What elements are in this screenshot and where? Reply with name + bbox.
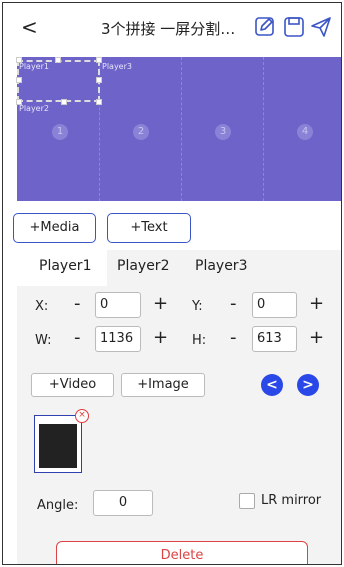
lr-mirror-label: LR mirror: [261, 493, 322, 508]
resize-handle[interactable]: [96, 99, 102, 105]
h-decrement-button[interactable]: -: [230, 329, 237, 347]
canvas-player-label: Player2: [19, 104, 49, 113]
screen-canvas[interactable]: 1 2 3 4 Player1 Player2 Player3: [16, 57, 341, 201]
tab-player3[interactable]: Player3: [195, 258, 247, 274]
canvas-player-label: Player1: [19, 62, 49, 71]
x-decrement-button[interactable]: -: [74, 295, 81, 313]
angle-label: Angle:: [37, 498, 79, 513]
lr-mirror-checkbox[interactable]: [239, 493, 255, 509]
cell-number: 2: [133, 124, 149, 140]
add-media-button[interactable]: +Media: [13, 213, 96, 243]
media-thumbnail[interactable]: ×: [34, 409, 89, 473]
cell-number: 4: [297, 124, 313, 140]
add-image-button[interactable]: +Image: [121, 373, 205, 397]
page-title: 3个拼接 一屏分割…: [101, 20, 236, 38]
header-bar: < 3个拼接 一屏分割…: [3, 3, 341, 55]
back-button[interactable]: <: [21, 15, 38, 39]
y-label: Y:: [192, 299, 203, 314]
cell-number: 3: [215, 124, 231, 140]
angle-input[interactable]: 0: [93, 490, 153, 516]
add-video-button[interactable]: +Video: [31, 373, 114, 397]
prev-button[interactable]: <: [261, 374, 283, 396]
edit-icon[interactable]: [253, 15, 277, 39]
resize-handle[interactable]: [16, 77, 22, 83]
w-decrement-button[interactable]: -: [74, 329, 81, 347]
app-frame: < 3个拼接 一屏分割… 1 2 3 4 Player1 Player2 Pla…: [2, 2, 342, 565]
save-icon[interactable]: [282, 15, 306, 39]
h-label: H:: [192, 333, 207, 348]
add-text-button[interactable]: +Text: [107, 213, 191, 243]
remove-media-icon[interactable]: ×: [75, 409, 89, 423]
w-label: W:: [35, 333, 52, 348]
h-input[interactable]: 613: [252, 326, 297, 352]
resize-handle[interactable]: [96, 77, 102, 83]
y-increment-button[interactable]: +: [309, 295, 324, 313]
y-decrement-button[interactable]: -: [230, 295, 237, 313]
x-increment-button[interactable]: +: [153, 295, 168, 313]
tab-player1[interactable]: Player1: [39, 258, 91, 274]
h-increment-button[interactable]: +: [309, 329, 324, 347]
w-increment-button[interactable]: +: [153, 329, 168, 347]
tab-player2[interactable]: Player2: [117, 258, 169, 274]
send-icon[interactable]: [309, 15, 333, 39]
y-input[interactable]: 0: [252, 292, 297, 318]
canvas-player-label: Player3: [102, 62, 132, 71]
cell-number: 1: [52, 124, 68, 140]
x-input[interactable]: 0: [95, 292, 141, 318]
x-label: X:: [35, 299, 49, 314]
resize-handle[interactable]: [61, 99, 67, 105]
w-input[interactable]: 1136: [95, 326, 141, 352]
properties-panel: Player1 Player2 Player3 X: - 0 + Y: - 0 …: [17, 250, 341, 564]
thumbnail-image: [39, 424, 77, 468]
delete-button[interactable]: Delete: [56, 541, 308, 564]
resize-handle[interactable]: [55, 57, 61, 63]
next-button[interactable]: >: [297, 374, 319, 396]
